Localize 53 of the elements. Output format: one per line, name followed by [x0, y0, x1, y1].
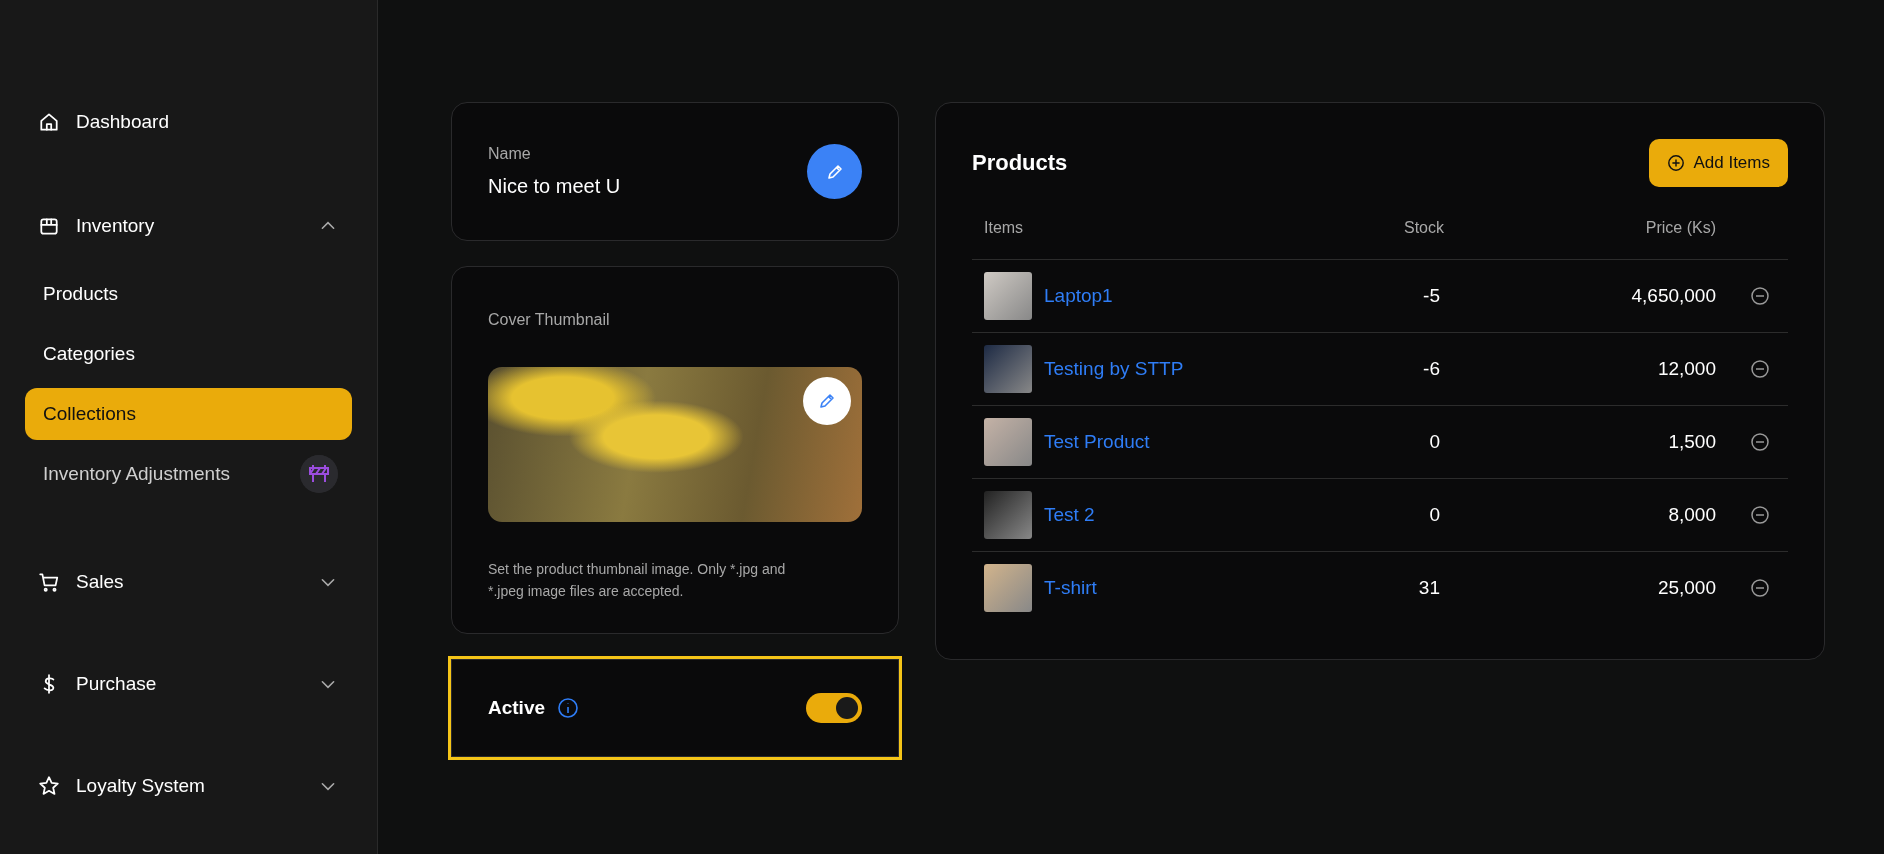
- nav-item[interactable]: Sales: [76, 571, 303, 593]
- table-cell-text: 12,000: [1656, 358, 1716, 380]
- home-icon: [38, 111, 60, 133]
- remove-icon[interactable]: [1750, 505, 1770, 525]
- product-link[interactable]: Test 2: [1044, 504, 1095, 526]
- table-cell-text: 8,000: [1667, 504, 1716, 526]
- remove-icon[interactable]: [1750, 359, 1770, 379]
- nav-item[interactable]: Purchase: [76, 673, 303, 695]
- column-header: Price (Ks): [1644, 219, 1716, 237]
- remove-icon[interactable]: [1750, 578, 1770, 598]
- product-link[interactable]: Test Product: [1044, 431, 1150, 453]
- nav-subitem[interactable]: Categories: [25, 328, 352, 380]
- product-thumbnail: [984, 491, 1032, 539]
- nav-item[interactable]: Loyalty System: [76, 775, 303, 797]
- product-link[interactable]: Laptop1: [1044, 285, 1113, 307]
- column-header: Stock: [1403, 219, 1445, 237]
- product-link[interactable]: T-shirt: [1044, 577, 1097, 599]
- field-label: Name: [488, 145, 532, 163]
- plus-circle-icon: [1667, 154, 1686, 172]
- nav-subitem[interactable]: Products: [25, 268, 352, 320]
- remove-icon[interactable]: [1750, 286, 1770, 306]
- product-thumbnail: [984, 345, 1032, 393]
- card-title: Products: [972, 150, 1068, 176]
- table-cell-text: -6: [1422, 358, 1441, 380]
- product-link[interactable]: Testing by STTP: [1044, 358, 1184, 380]
- remove-icon[interactable]: [1750, 432, 1770, 452]
- star-icon: [38, 775, 60, 797]
- product-thumbnail: [984, 418, 1032, 466]
- toggle-switch[interactable]: [806, 693, 862, 723]
- table-cell-text: 1,500: [1667, 431, 1716, 453]
- field-label: Cover Thumbnail: [488, 311, 611, 329]
- name-value: Nice to meet U: [488, 175, 621, 198]
- table-cell-text: 0: [1428, 431, 1441, 453]
- nav-item[interactable]: Dashboard: [76, 111, 339, 133]
- edit-button[interactable]: [807, 144, 862, 199]
- table-cell-text: 4,650,000: [1630, 285, 1716, 307]
- nav-subitem[interactable]: Collections: [25, 388, 352, 440]
- cart-icon: [38, 571, 60, 593]
- nav-subitem[interactable]: Inventory Adjustments: [43, 463, 230, 485]
- info-icon[interactable]: [557, 697, 580, 719]
- product-thumbnail: [984, 564, 1032, 612]
- table-cell-text: 0: [1428, 504, 1441, 526]
- table-cell-text: 31: [1417, 577, 1441, 599]
- product-thumbnail: [984, 272, 1032, 320]
- table-cell-text: 25,000: [1656, 577, 1716, 599]
- table-cell-text: -5: [1422, 285, 1441, 307]
- column-header: Items: [983, 219, 1025, 237]
- help-text: Set the product thumbnail image. Only *.jpg and *.jpeg image files are accepted.: [488, 560, 787, 601]
- edit-button[interactable]: [803, 377, 851, 425]
- nav-item[interactable]: Inventory: [76, 215, 303, 237]
- add-items-button[interactable]: Add Items: [1649, 139, 1788, 187]
- pencil-icon: [817, 391, 837, 411]
- toggle-label: Active: [488, 697, 546, 719]
